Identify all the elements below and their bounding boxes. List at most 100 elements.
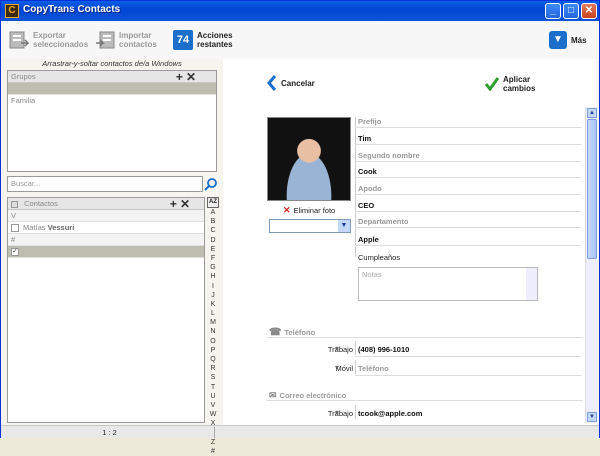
more-button[interactable]: ▼ Más	[549, 28, 587, 52]
photo-source-dropdown[interactable]: ▼	[269, 219, 351, 233]
chevron-down-icon[interactable]: ▾	[335, 344, 339, 353]
add-contact-icon[interactable]: +	[170, 197, 177, 211]
groups-header: Grupos + ✕	[8, 71, 216, 83]
contacts-header-label: Contactos	[24, 199, 58, 208]
phone-section-title: Teléfono	[284, 328, 316, 337]
department-field[interactable]: Departamento	[358, 217, 583, 226]
pending-actions-button[interactable]: 74 Acciones restantes	[173, 28, 233, 52]
delete-photo-button[interactable]: ✕ Eliminar foto	[283, 205, 335, 216]
close-button[interactable]: ✕	[581, 3, 597, 19]
sort-az-button[interactable]: AZ	[207, 197, 219, 208]
phone-work-input[interactable]: (408) 996-1010	[358, 345, 583, 354]
field-underline	[355, 161, 581, 162]
maximize-button[interactable]: □	[563, 3, 579, 19]
select-all-checkbox[interactable]	[11, 200, 18, 208]
alphabet-index: AZ ABCDEFGHIJKLMNOPQRSTUVWXYZ#	[207, 197, 219, 456]
alphabet-letter[interactable]: M	[207, 318, 219, 327]
contact-row-selected[interactable]: ✓	[8, 246, 204, 258]
company-field[interactable]: Apple	[358, 235, 583, 244]
export-label: Exportar seleccionados	[33, 31, 88, 49]
alphabet-letter[interactable]: #	[207, 447, 219, 456]
alphabet-letter[interactable]: C	[207, 226, 219, 235]
scrollbar-thumb[interactable]	[587, 119, 597, 259]
alphabet-letter[interactable]: T	[207, 383, 219, 392]
email-work-input[interactable]: tcook@apple.com	[358, 409, 583, 418]
birthday-field[interactable]: Cumpleaños	[358, 253, 583, 262]
search-input[interactable]: Buscar...	[7, 176, 203, 192]
editor-scrollbar[interactable]: ▲ ▼	[585, 107, 597, 423]
alphabet-letter[interactable]: S	[207, 373, 219, 382]
delete-contact-icon[interactable]: ✕	[180, 197, 190, 211]
import-icon	[96, 31, 115, 49]
contacts-header: Contactos + ✕	[8, 198, 204, 210]
alphabet-letter[interactable]: N	[207, 327, 219, 336]
search-icon[interactable]	[204, 177, 218, 191]
alphabet-letter[interactable]: I	[207, 282, 219, 291]
alphabet-letter[interactable]: O	[207, 337, 219, 346]
chevron-down-icon: ▼	[338, 220, 350, 232]
group-item[interactable]: Familia	[8, 95, 216, 107]
section-header-v: V	[8, 210, 204, 222]
last-name-field[interactable]: Cook	[358, 167, 583, 176]
alphabet-letter[interactable]: J	[207, 291, 219, 300]
prefix-field[interactable]: Prefijo	[358, 117, 583, 126]
first-name-field[interactable]: Tim	[358, 134, 583, 143]
alphabet-letter[interactable]: F	[207, 254, 219, 263]
groups-actions: + ✕	[173, 71, 196, 83]
alphabet-letter[interactable]: B	[207, 217, 219, 226]
alphabet-letter[interactable]: Q	[207, 355, 219, 364]
alphabet-letter[interactable]: U	[207, 392, 219, 401]
chevron-down-icon[interactable]: ▾	[335, 408, 339, 417]
chevron-left-icon	[267, 75, 277, 91]
contact-row[interactable]: Matías Vessuri	[8, 222, 204, 234]
add-group-icon[interactable]: +	[176, 70, 183, 84]
field-underline	[355, 356, 581, 357]
alphabet-letter[interactable]: D	[207, 236, 219, 245]
alphabet-letter[interactable]: G	[207, 263, 219, 272]
alphabet-letter[interactable]: A	[207, 208, 219, 217]
alphabet-letter[interactable]: R	[207, 364, 219, 373]
job-title-field[interactable]: CEO	[358, 201, 583, 210]
alphabet-letter[interactable]: Z	[207, 438, 219, 447]
contact-checkbox-checked[interactable]: ✓	[11, 248, 19, 257]
import-label: Importar contactos	[119, 31, 157, 49]
alphabet-letter[interactable]: L	[207, 309, 219, 318]
chevron-down-icon[interactable]: ▾	[335, 363, 339, 372]
phone-mobile-input[interactable]: Teléfono	[358, 364, 583, 373]
export-selected-button[interactable]: Exportar seleccionados	[9, 28, 88, 52]
contact-checkbox[interactable]	[11, 224, 19, 233]
cancel-button[interactable]: Cancelar	[267, 75, 315, 91]
nickname-field[interactable]: Apodo	[358, 184, 583, 193]
alphabet-letter[interactable]: V	[207, 401, 219, 410]
scroll-up-icon[interactable]: ▲	[587, 108, 597, 118]
field-underline	[355, 127, 581, 128]
delete-photo-label: Eliminar foto	[293, 206, 336, 215]
apply-changes-button[interactable]: Aplicar cambios	[485, 75, 535, 93]
contacts-actions: + ✕	[167, 198, 190, 210]
groups-panel: Grupos + ✕ Familia	[7, 70, 217, 172]
section-divider	[267, 400, 583, 401]
section-divider	[267, 337, 583, 338]
notes-scrollbar[interactable]	[526, 268, 537, 300]
alphabet-letter[interactable]: E	[207, 245, 219, 254]
email-work-type[interactable]: Trabajo	[303, 409, 353, 418]
import-contacts-button[interactable]: Importar contactos	[95, 28, 157, 52]
alphabet-letter[interactable]: K	[207, 300, 219, 309]
phone-mobile-type[interactable]: Móvil	[303, 364, 353, 373]
middle-name-field[interactable]: Segundo nombre	[358, 151, 583, 160]
notes-textarea[interactable]: Notas	[358, 267, 538, 301]
alphabet-letter[interactable]: H	[207, 272, 219, 281]
selection-count: 1 : 2	[5, 427, 215, 438]
window-title: CopyTrans Contacts	[23, 4, 121, 15]
minimize-button[interactable]: _	[545, 3, 561, 19]
scroll-down-icon[interactable]: ▼	[587, 412, 597, 422]
alphabet-letter[interactable]: P	[207, 346, 219, 355]
delete-group-icon[interactable]: ✕	[186, 70, 196, 84]
group-item[interactable]	[8, 83, 216, 95]
alphabet-letter[interactable]: W	[207, 410, 219, 419]
contact-photo[interactable]	[267, 117, 351, 201]
field-underline	[355, 177, 581, 178]
title-bar[interactable]: C CopyTrans Contacts _ □ ✕	[1, 1, 599, 21]
phone-work-type[interactable]: Trabajo	[303, 345, 353, 354]
apply-label: Aplicar cambios	[503, 75, 535, 93]
